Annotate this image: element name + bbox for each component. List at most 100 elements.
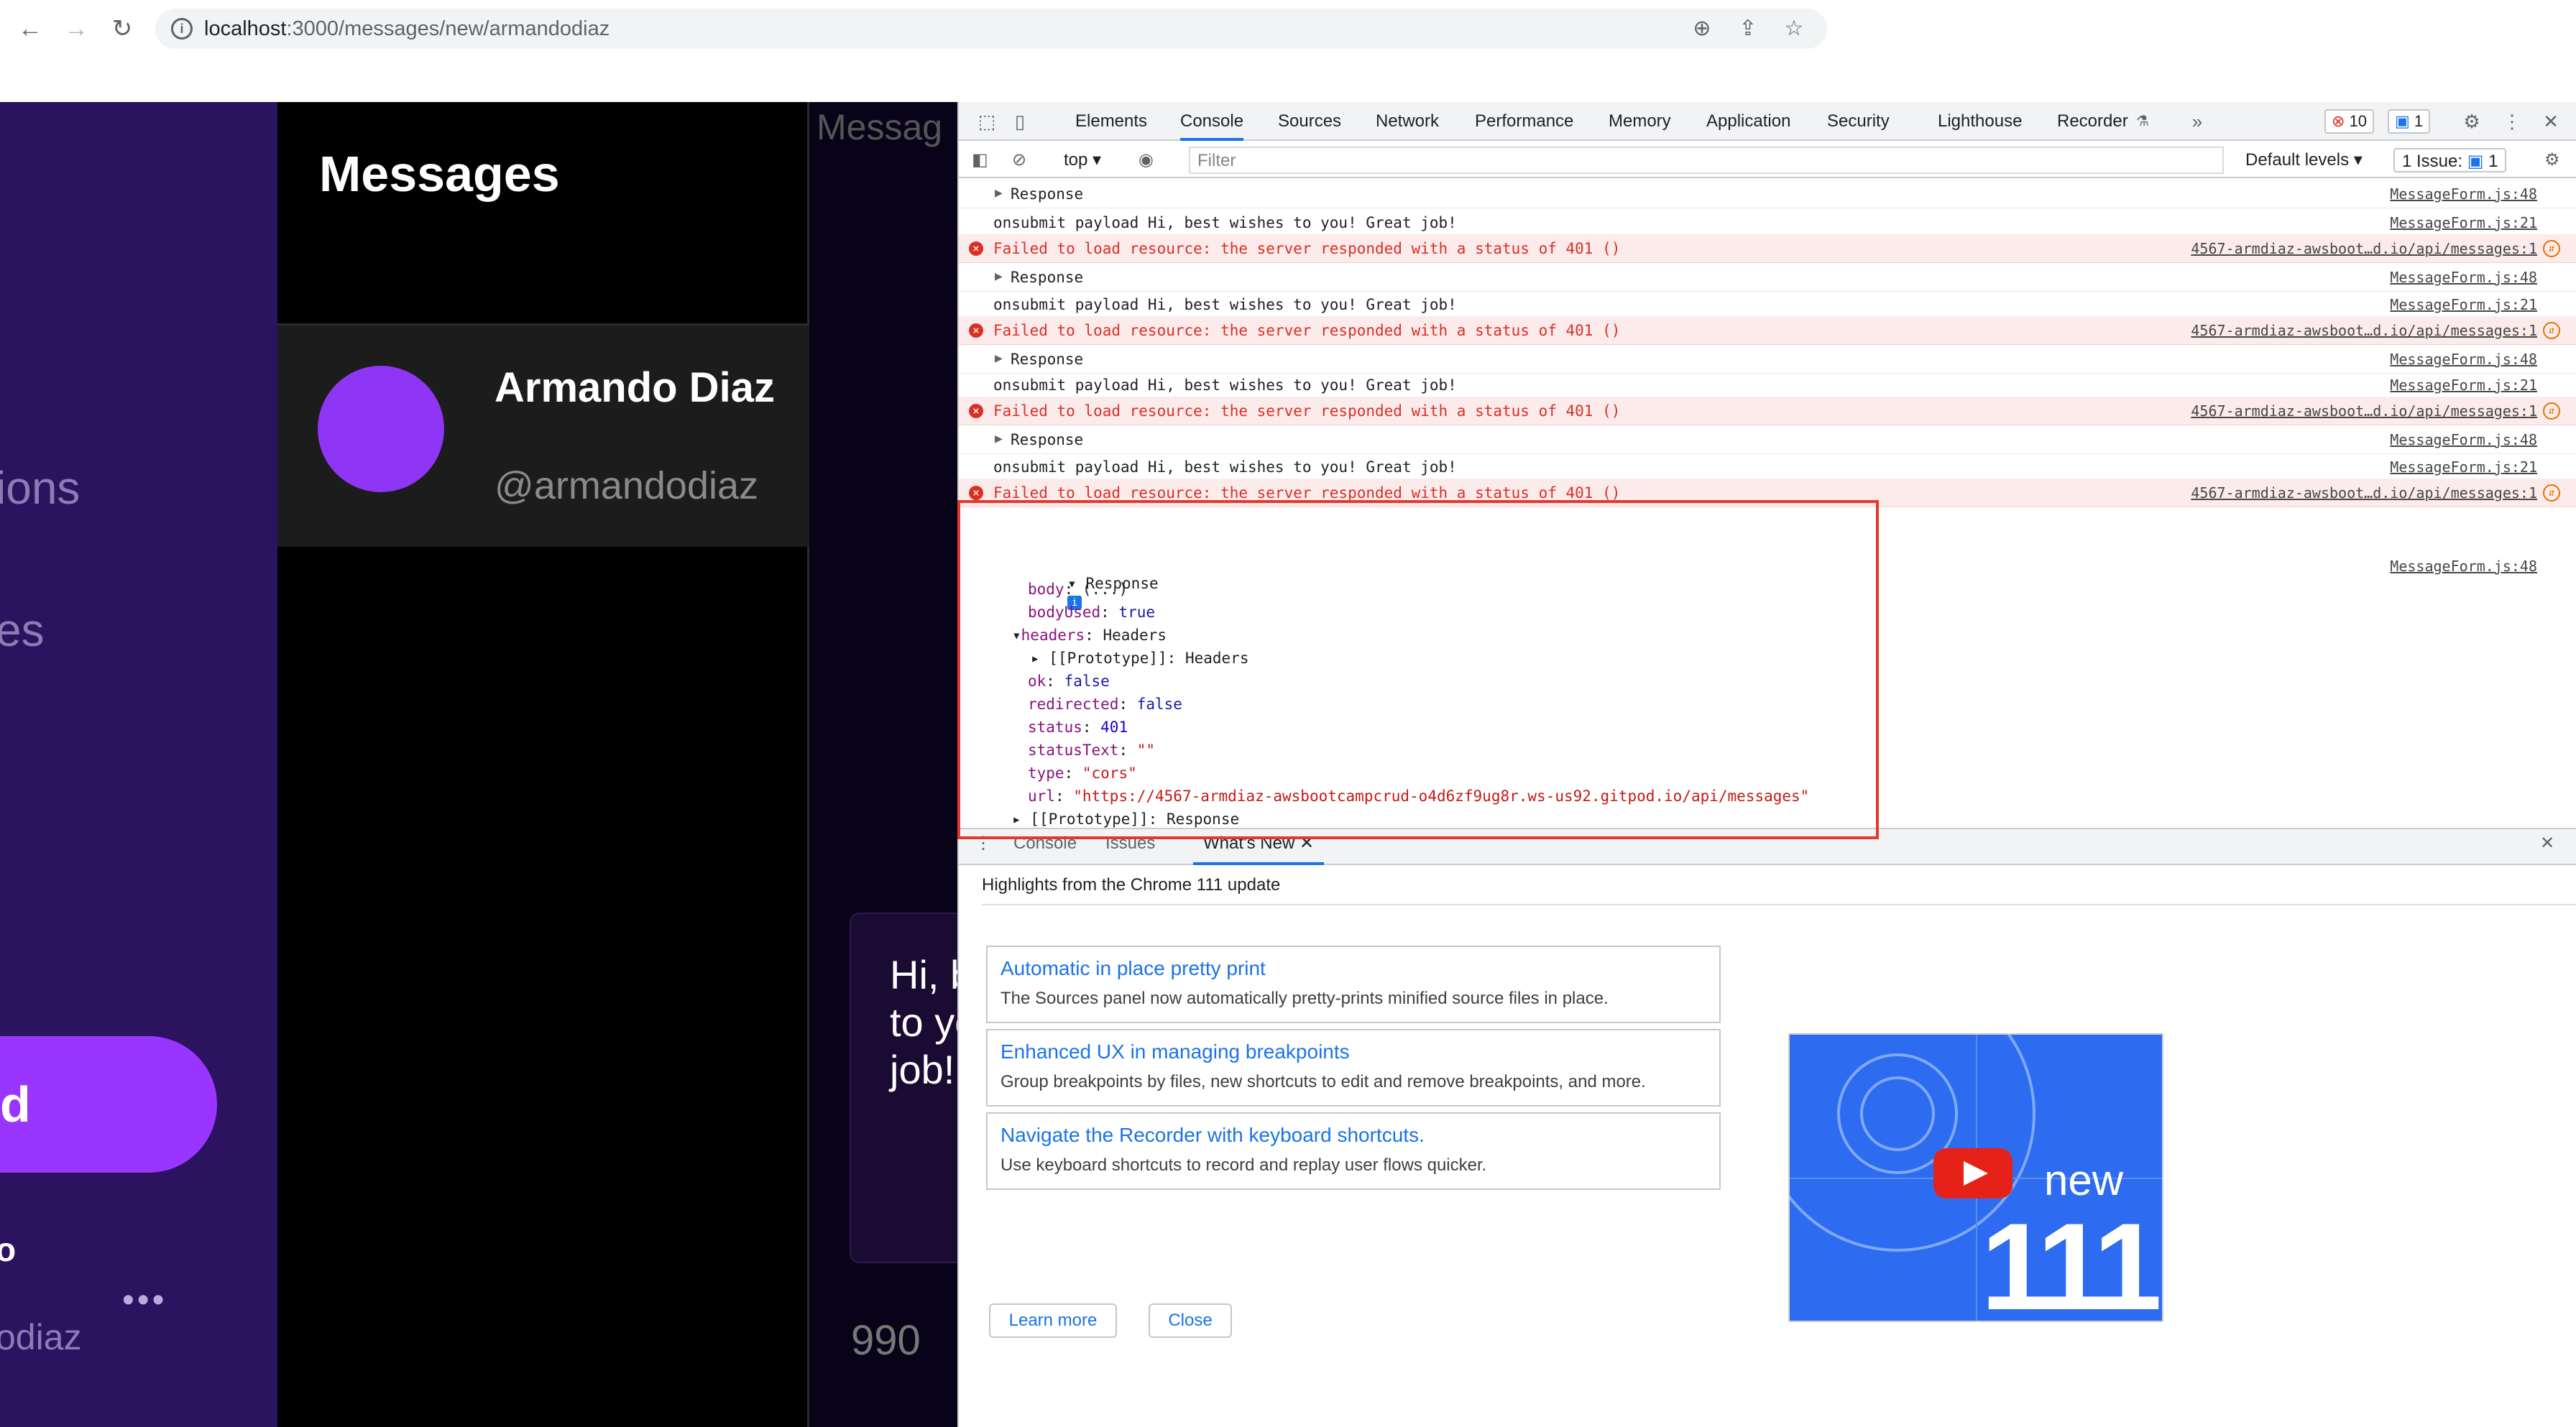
response-src-link[interactable]: MessageForm.js:48 [2390, 558, 2537, 581]
feature-card-desc: Group breakpoints by files, new shortcut… [1000, 1072, 1646, 1091]
error-badge-icon: ⊗ [2332, 112, 2345, 130]
feature-card[interactable]: Automatic in place pretty print The Sour… [986, 946, 1721, 1023]
network-request-icon[interactable]: ⇵ [2543, 402, 2560, 420]
kebab-menu-icon[interactable]: ⋮ [2501, 111, 2523, 132]
console-log-row[interactable]: ▶ Response MessageForm.js:48 [959, 263, 2576, 292]
console-source-link[interactable]: MessageForm.js:48 [2390, 431, 2537, 448]
more-options-icon[interactable]: ••• [122, 1280, 167, 1320]
console-log-row[interactable]: onsubmit payload Hi, best wishes to you!… [959, 453, 2576, 481]
console-message-text: onsubmit payload Hi, best wishes to you!… [993, 458, 1457, 476]
tab-application[interactable]: Application [1706, 102, 1790, 141]
issues-button[interactable]: 1 Issue: ▣ 1 [2393, 148, 2507, 172]
tab-lighthouse[interactable]: Lighthouse [1938, 102, 2022, 141]
error-count: 10 [2349, 112, 2368, 130]
console-log-row[interactable]: onsubmit payload Hi, best wishes to you!… [959, 290, 2576, 319]
message-group-item[interactable]: Armando Diaz @armandodiaz [277, 325, 809, 547]
feature-card[interactable]: Enhanced UX in managing breakpoints Grou… [986, 1029, 1721, 1107]
more-tabs-chevron-icon[interactable]: » [2186, 111, 2208, 132]
feature-card-title[interactable]: Navigate the Recorder with keyboard shor… [1000, 1124, 1425, 1147]
console-error-row[interactable]: × Failed to load resource: the server res… [959, 234, 2576, 263]
tab-recorder[interactable]: Recorder [2057, 102, 2128, 141]
console-source-link[interactable]: MessageForm.js:48 [2390, 269, 2537, 286]
expand-triangle-icon[interactable]: ▶ [995, 269, 1003, 284]
network-request-icon[interactable]: ⇵ [2543, 240, 2560, 257]
device-toolbar-icon[interactable]: ▯ [1009, 111, 1031, 132]
profile-handle: odiaz [0, 1317, 82, 1357]
console-source-link[interactable]: 4567-armdiaz-awsboot…d.io/api/messages:1 [2191, 322, 2537, 339]
site-info-icon[interactable]: i [171, 18, 193, 40]
console-message-text: Failed to load resource: the server resp… [993, 484, 1621, 502]
sidebar-nav-item-notifications[interactable]: ions [0, 461, 80, 514]
sidebar-toggle-icon[interactable]: ◧ [972, 148, 988, 172]
tab-console[interactable]: Console [1180, 102, 1244, 141]
console-log-row[interactable]: onsubmit payload Hi, best wishes to you!… [959, 208, 2576, 237]
console-source-link[interactable]: 4567-armdiaz-awsboot…d.io/api/messages:1 [2191, 402, 2537, 420]
message-groups-column: Messages Armando Diaz @armandodiaz [277, 102, 809, 1427]
console-source-link[interactable]: 4567-armdiaz-awsboot…d.io/api/messages:1 [2191, 240, 2537, 257]
console-message-text: onsubmit payload Hi, best wishes to you!… [993, 377, 1457, 394]
learn-more-button[interactable]: Learn more [989, 1303, 1117, 1338]
context-select[interactable]: top ▾ [1064, 148, 1101, 172]
url-text[interactable]: localhost:3000/messages/new/armandodiaz [204, 17, 610, 41]
console-source-link[interactable]: MessageForm.js:21 [2390, 458, 2537, 476]
network-request-icon[interactable]: ⇵ [2543, 484, 2560, 502]
bookmark-star-icon[interactable]: ☆ [1781, 16, 1807, 42]
expand-triangle-icon[interactable]: ▶ [995, 185, 1003, 200]
forward-icon[interactable]: → [62, 14, 91, 43]
crud-button[interactable]: d [0, 1036, 217, 1173]
console-source-link[interactable]: 4567-armdiaz-awsboot…d.io/api/messages:1 [2191, 484, 2537, 502]
tab-network[interactable]: Network [1376, 102, 1439, 141]
log-levels-select[interactable]: Default levels ▾ [2245, 148, 2363, 172]
play-icon[interactable] [1933, 1148, 2012, 1199]
console-log-row[interactable]: ▶ Response MessageForm.js:48 [959, 425, 2576, 454]
tab-performance[interactable]: Performance [1475, 102, 1573, 141]
console-error-row[interactable]: × Failed to load resource: the server res… [959, 316, 2576, 345]
console-log-row[interactable]: ▶ Response MessageForm.js:48 [959, 180, 2576, 208]
inspect-element-icon[interactable]: ⬚ [976, 111, 998, 132]
console-source-link[interactable]: MessageForm.js:21 [2390, 214, 2537, 231]
avatar [318, 366, 444, 492]
back-icon[interactable]: ← [16, 14, 45, 43]
reload-icon[interactable]: ↻ [108, 14, 137, 43]
console-filter-input[interactable]: Filter [1189, 147, 2224, 174]
thread-header: Messag [816, 107, 943, 147]
message-count-badge[interactable]: ▣ 1 [2388, 109, 2431, 134]
clear-console-icon[interactable]: ⊘ [1012, 148, 1026, 172]
console-log-row[interactable]: onsubmit payload Hi, best wishes to you!… [959, 371, 2576, 400]
console-source-link[interactable]: MessageForm.js:21 [2390, 296, 2537, 313]
address-bar[interactable]: i localhost:3000/messages/new/armandodia… [155, 9, 1827, 49]
tab-sources[interactable]: Sources [1278, 102, 1341, 141]
whats-new-subtitle: Highlights from the Chrome 111 update [982, 865, 2576, 905]
feature-card-title[interactable]: Enhanced UX in managing breakpoints [1000, 1040, 1350, 1063]
close-devtools-icon[interactable]: ✕ [2540, 111, 2562, 132]
settings-gear-icon[interactable]: ⚙ [2461, 111, 2483, 132]
profile-name: o [0, 1231, 17, 1268]
close-button[interactable]: Close [1149, 1303, 1232, 1338]
console-source-link[interactable]: MessageForm.js:48 [2390, 185, 2537, 203]
console-log-row[interactable]: ▶ Response MessageForm.js:48 [959, 345, 2576, 374]
tab-elements[interactable]: Elements [1075, 102, 1147, 141]
console-message-text: Response [1011, 269, 1084, 286]
share-icon[interactable]: ⇪ [1735, 16, 1761, 42]
chrome-111-video-thumbnail[interactable]: new 111 [1788, 1033, 2163, 1322]
console-settings-gear-icon[interactable]: ⚙ [2544, 148, 2560, 172]
console-message-text: Response [1011, 351, 1084, 368]
expand-triangle-icon[interactable]: ▶ [995, 351, 1003, 366]
console-message-text: Failed to load resource: the server resp… [993, 402, 1621, 420]
tab-memory[interactable]: Memory [1609, 102, 1671, 141]
console-error-row[interactable]: × Failed to load resource: the server res… [959, 397, 2576, 425]
live-expression-eye-icon[interactable]: ◉ [1138, 148, 1154, 172]
close-drawer-icon[interactable]: ✕ [2540, 829, 2554, 865]
sidebar-nav-item-messages[interactable]: es [0, 604, 45, 657]
console-source-link[interactable]: MessageForm.js:48 [2390, 351, 2537, 368]
message-input[interactable]: Hi, b to yo job! [850, 913, 957, 1263]
console-source-link[interactable]: MessageForm.js:21 [2390, 377, 2537, 394]
zoom-icon[interactable]: ⊕ [1689, 16, 1715, 42]
console-message-text: onsubmit payload Hi, best wishes to you!… [993, 296, 1457, 313]
feature-card-title[interactable]: Automatic in place pretty print [1000, 957, 1266, 980]
network-request-icon[interactable]: ⇵ [2543, 322, 2560, 339]
expand-triangle-icon[interactable]: ▶ [995, 431, 1003, 446]
error-count-badge[interactable]: ⊗ 10 [2324, 109, 2375, 134]
feature-card[interactable]: Navigate the Recorder with keyboard shor… [986, 1112, 1721, 1190]
tab-security[interactable]: Security [1827, 102, 1890, 141]
